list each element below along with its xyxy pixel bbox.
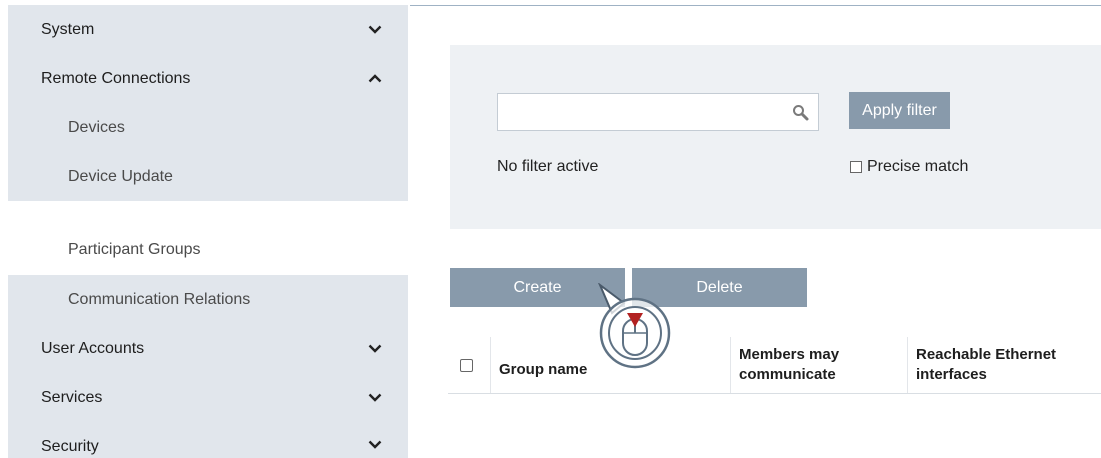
sidebar-item-label: System: [41, 20, 95, 38]
groups-table-header: Group name Members may communicate Reach…: [448, 337, 1101, 394]
delete-button[interactable]: Delete: [632, 268, 807, 307]
select-all-cell: [448, 337, 490, 393]
sidebar-item-participant-groups[interactable]: Participant Groups: [8, 225, 408, 275]
column-header-reachable[interactable]: Reachable Ethernet interfaces: [907, 337, 1101, 393]
search-input[interactable]: [498, 94, 794, 130]
chevron-down-icon: [366, 24, 384, 36]
sidebar-item-user-accounts[interactable]: User Accounts: [8, 324, 408, 373]
sidebar-item-label: Device Update: [68, 167, 173, 185]
sidebar-item-remote-connections[interactable]: Remote Connections: [8, 54, 408, 103]
search-icon[interactable]: [792, 104, 810, 122]
search-box[interactable]: [497, 93, 819, 131]
sidebar-item-security[interactable]: Security: [8, 422, 408, 458]
column-header-members[interactable]: Members may communicate: [730, 337, 907, 393]
top-divider: [410, 5, 1101, 6]
filter-panel: Apply filter No filter active Precise ma…: [450, 45, 1101, 229]
sidebar-item-device-update[interactable]: Device Update: [8, 152, 408, 201]
filter-status: No filter active: [497, 158, 599, 175]
chevron-up-icon: [366, 73, 384, 85]
precise-match-label: Precise match: [867, 158, 969, 175]
sidebar-item-label: Communication Relations: [68, 290, 251, 308]
precise-match-option[interactable]: Precise match: [850, 158, 968, 176]
sidebar-item-services[interactable]: Services: [8, 373, 408, 422]
precise-match-checkbox[interactable]: [850, 161, 862, 173]
sidebar-item-system[interactable]: System: [8, 5, 408, 54]
column-header-group-name[interactable]: Group name: [490, 337, 730, 393]
sidebar-item-communication-relations[interactable]: Communication Relations: [8, 275, 408, 324]
sidebar-item-label: Participant Groups: [68, 241, 201, 258]
sidebar-item-label: Remote Connections: [41, 69, 191, 87]
create-button[interactable]: Create: [450, 268, 625, 307]
chevron-down-icon: [366, 438, 384, 450]
sidebar-item-label: Services: [41, 388, 103, 406]
sidebar-item-label: User Accounts: [41, 339, 145, 357]
select-all-checkbox[interactable]: [460, 358, 473, 372]
sidebar-item-label: Devices: [68, 118, 125, 136]
chevron-down-icon: [366, 392, 384, 404]
sidebar-nav: System Remote Connections Devices Device…: [8, 5, 408, 458]
apply-filter-button[interactable]: Apply filter: [849, 92, 950, 129]
sidebar-item-devices[interactable]: Devices: [8, 103, 408, 152]
sidebar-item-label: Security: [41, 438, 99, 455]
chevron-down-icon: [366, 343, 384, 355]
